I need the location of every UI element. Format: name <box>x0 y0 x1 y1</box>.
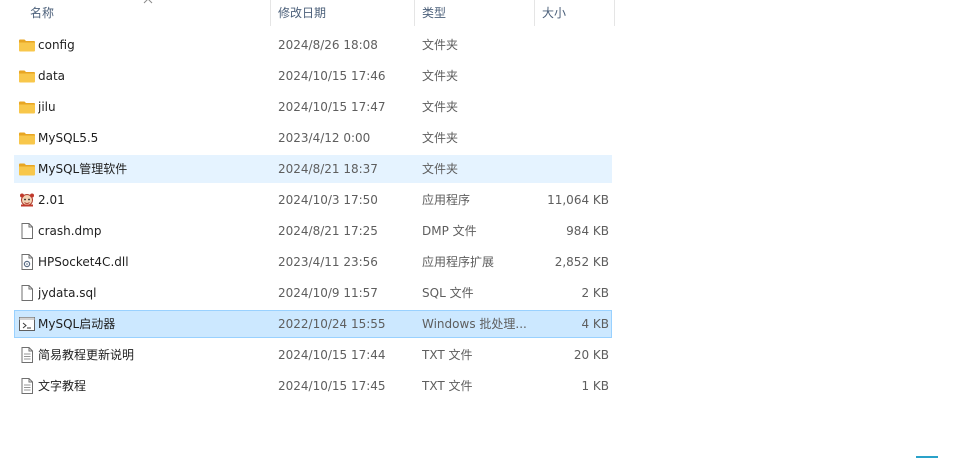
dll-file-icon <box>18 254 36 270</box>
file-size: 4 KB <box>581 317 609 331</box>
file-name: jilu <box>38 100 56 114</box>
folder-icon <box>18 99 36 115</box>
file-list-pane: 名称 修改日期 类型 大小 config 2024/8/26 18:08 文件夹 da… <box>0 0 964 460</box>
taskbar-edge-indicator <box>916 456 938 458</box>
column-divider[interactable] <box>614 0 615 26</box>
file-name: 文字教程 <box>38 379 87 393</box>
file-type: 文件夹 <box>422 38 459 52</box>
file-type: 应用程序 <box>422 193 471 207</box>
file-name: jydata.sql <box>38 286 97 300</box>
file-type: 文件夹 <box>422 100 459 114</box>
column-header-size[interactable]: 大小 <box>536 0 614 26</box>
column-divider[interactable] <box>270 0 271 26</box>
file-size <box>535 94 609 120</box>
file-type: TXT 文件 <box>422 348 473 362</box>
file-icon <box>18 285 36 301</box>
batch-file-icon <box>18 316 36 332</box>
file-row[interactable]: MySQL管理软件 2024/8/21 18:37 文件夹 <box>14 155 612 183</box>
file-type: TXT 文件 <box>422 379 473 393</box>
file-size <box>535 32 609 58</box>
file-size: 2 KB <box>581 286 609 300</box>
file-name: 2.01 <box>38 193 65 207</box>
column-header-date[interactable]: 修改日期 <box>272 0 414 26</box>
text-file-icon <box>18 378 36 394</box>
file-modified-date: 2024/10/15 17:44 <box>278 348 386 362</box>
file-row[interactable]: 文字教程 2024/10/15 17:45 TXT 文件 1 KB <box>14 372 612 400</box>
file-name: MySQL启动器 <box>38 317 116 331</box>
column-header-type[interactable]: 类型 <box>416 0 534 26</box>
file-row[interactable]: crash.dmp 2024/8/21 17:25 DMP 文件 984 KB <box>14 217 612 245</box>
file-type: Windows 批处理... <box>422 317 527 331</box>
file-type: 文件夹 <box>422 162 459 176</box>
file-modified-date: 2024/8/21 17:25 <box>278 224 378 238</box>
file-size: 1 KB <box>581 379 609 393</box>
file-size: 984 KB <box>566 224 609 238</box>
file-type: SQL 文件 <box>422 286 474 300</box>
file-type: 文件夹 <box>422 131 459 145</box>
folder-icon <box>18 161 36 177</box>
file-row[interactable]: MySQL5.5 2023/4/12 0:00 文件夹 <box>14 124 612 152</box>
file-size: 20 KB <box>573 348 609 362</box>
file-name: 简易教程更新说明 <box>38 348 135 362</box>
file-size: 2,852 KB <box>554 255 609 269</box>
file-size <box>535 125 609 151</box>
file-row[interactable]: config 2024/8/26 18:08 文件夹 <box>14 31 612 59</box>
file-modified-date: 2024/10/15 17:46 <box>278 69 386 83</box>
folder-icon <box>18 130 36 146</box>
file-size <box>535 63 609 89</box>
text-file-icon <box>18 347 36 363</box>
file-row[interactable]: 2.01 2024/10/3 17:50 应用程序 11,064 KB <box>14 186 612 214</box>
file-modified-date: 2022/10/24 15:55 <box>278 317 386 331</box>
file-modified-date: 2024/10/3 17:50 <box>278 193 378 207</box>
folder-icon <box>18 37 36 53</box>
file-type: 文件夹 <box>422 69 459 83</box>
file-modified-date: 2023/4/11 23:56 <box>278 255 378 269</box>
file-modified-date: 2024/10/15 17:47 <box>278 100 386 114</box>
file-icon <box>18 223 36 239</box>
column-divider[interactable] <box>414 0 415 26</box>
file-size: 11,064 KB <box>547 193 609 207</box>
file-size <box>535 156 609 182</box>
file-type: DMP 文件 <box>422 224 477 238</box>
column-divider[interactable] <box>534 0 535 26</box>
file-row[interactable]: HPSocket4C.dll 2023/4/11 23:56 应用程序扩展 2,852… <box>14 248 612 276</box>
file-row[interactable]: jilu 2024/10/15 17:47 文件夹 <box>14 93 612 121</box>
application-icon <box>18 192 36 208</box>
file-modified-date: 2024/10/15 17:45 <box>278 379 386 393</box>
file-row[interactable]: jydata.sql 2024/10/9 11:57 SQL 文件 2 KB <box>14 279 612 307</box>
sort-ascending-icon <box>143 0 153 4</box>
file-name: crash.dmp <box>38 224 102 238</box>
file-name: config <box>38 38 75 52</box>
file-modified-date: 2023/4/12 0:00 <box>278 131 371 145</box>
file-modified-date: 2024/10/9 11:57 <box>278 286 378 300</box>
file-name: HPSocket4C.dll <box>38 255 129 269</box>
file-name: data <box>38 69 66 83</box>
file-name: MySQL5.5 <box>38 131 99 145</box>
file-type: 应用程序扩展 <box>422 255 495 269</box>
file-row[interactable]: data 2024/10/15 17:46 文件夹 <box>14 62 612 90</box>
column-header-bar: 名称 修改日期 类型 大小 <box>0 0 616 26</box>
folder-icon <box>18 68 36 84</box>
file-modified-date: 2024/8/21 18:37 <box>278 162 378 176</box>
file-modified-date: 2024/8/26 18:08 <box>278 38 378 52</box>
file-row[interactable]: MySQL启动器 2022/10/24 15:55 Windows 批处理... 4 … <box>14 310 612 338</box>
file-name: MySQL管理软件 <box>38 162 128 176</box>
file-row[interactable]: 简易教程更新说明 2024/10/15 17:44 TXT 文件 20 KB <box>14 341 612 369</box>
